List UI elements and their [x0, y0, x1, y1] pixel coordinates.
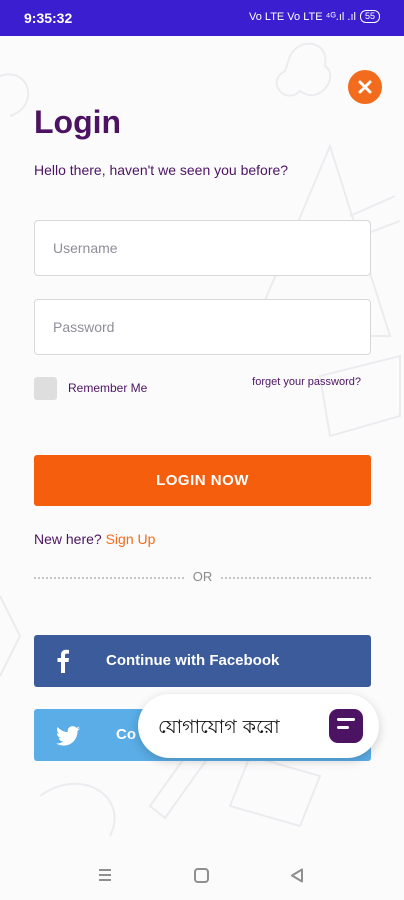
status-time: 9:35:32: [24, 10, 73, 26]
forgot-password-link[interactable]: forget your password?: [252, 376, 361, 388]
page-subtitle: Hello there, haven't we seen you before?: [34, 162, 289, 178]
navigation-bar: [0, 852, 404, 900]
status-bar: 9:35:32 Vo LTE Vo LTE ⁴ᴳ.ıl .ıl 55: [0, 0, 404, 36]
login-button[interactable]: LOGIN NOW: [34, 455, 371, 506]
sign-up-link[interactable]: Sign Up: [106, 531, 156, 547]
twitter-icon: [56, 726, 80, 746]
remember-me-checkbox[interactable]: [34, 377, 57, 400]
facebook-button-label: Continue with Facebook: [106, 652, 280, 669]
back-icon[interactable]: [290, 868, 304, 883]
signup-row: New here? Sign Up: [34, 531, 155, 547]
status-indicators: Vo LTE Vo LTE ⁴ᴳ.ıl .ıl 55: [249, 10, 380, 23]
contact-us-label: যোগাযোগ করো: [158, 716, 280, 738]
or-divider: OR: [34, 568, 371, 586]
chat-icon: [329, 709, 363, 743]
password-input[interactable]: [34, 299, 371, 355]
facebook-icon: [57, 649, 69, 673]
page-title: Login: [34, 104, 122, 140]
recents-icon[interactable]: [98, 869, 112, 881]
new-here-text: New here?: [34, 531, 102, 547]
username-input[interactable]: [34, 220, 371, 276]
battery-icon: 55: [359, 10, 380, 23]
close-icon: [358, 80, 372, 94]
facebook-login-button[interactable]: Continue with Facebook: [34, 635, 371, 687]
contact-us-button[interactable]: যোগাযোগ করো: [138, 694, 379, 758]
close-button[interactable]: [348, 70, 382, 104]
remember-me-label[interactable]: Remember Me: [68, 381, 147, 395]
divider-line-right: [221, 577, 371, 579]
signal-indicators: Vo LTE Vo LTE ⁴ᴳ.ıl .ıl: [248, 10, 356, 23]
home-icon[interactable]: [194, 868, 209, 883]
twitter-button-label: Co: [116, 726, 136, 743]
